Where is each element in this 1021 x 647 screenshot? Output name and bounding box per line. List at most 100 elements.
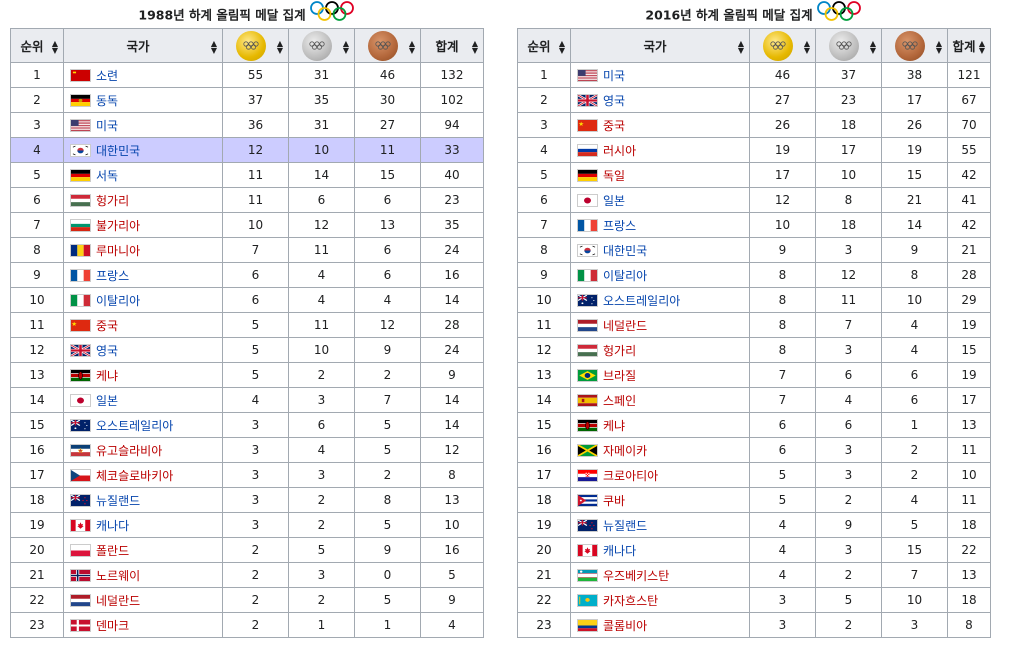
nation-link[interactable]: 뉴질랜드 (96, 494, 140, 508)
rank-cell: 10 (517, 287, 571, 313)
total-count-cell: 14 (420, 287, 484, 313)
nation-cell: 미국 (63, 112, 223, 138)
nation-link[interactable]: 러시아 (603, 144, 636, 158)
silver-count-cell: 10 (815, 162, 882, 188)
nation-link[interactable]: 폴란드 (96, 544, 129, 558)
nation-column-header[interactable]: 국가 ▲ ▼ (570, 28, 750, 63)
table-row: 14 스페인 7 4 6 17 (517, 387, 991, 413)
bronze-column-header[interactable]: ▲ ▼ (354, 28, 421, 63)
gold-count-cell: 10 (749, 212, 816, 238)
sort-icon[interactable]: ▲ ▼ (472, 40, 478, 55)
table-row: 9 이탈리아 8 12 8 28 (517, 262, 991, 288)
silver-column-header[interactable]: ▲ ▼ (815, 28, 882, 63)
nation-link[interactable]: 이탈리아 (96, 294, 140, 308)
total-column-header[interactable]: 합계 ▲ ▼ (947, 28, 991, 63)
table-row: 13 케냐 5 2 2 9 (10, 362, 484, 388)
nation-cell: 우즈베키스탄 (570, 562, 750, 588)
nation-link[interactable]: 쿠바 (603, 494, 625, 508)
rank-cell: 11 (10, 312, 64, 338)
table-row: 3 중국 26 18 26 70 (517, 112, 991, 138)
table-row: 6 헝가리 11 6 6 23 (10, 187, 484, 213)
sort-icon[interactable]: ▲ ▼ (409, 40, 415, 55)
nation-link[interactable]: 일본 (603, 194, 625, 208)
flag-aus-icon (577, 293, 598, 307)
nation-link[interactable]: 중국 (603, 119, 625, 133)
nation-link[interactable]: 네덜란드 (603, 319, 647, 333)
gold-count-cell: 5 (222, 337, 289, 363)
gold-count-cell: 2 (222, 587, 289, 613)
total-count-cell: 33 (420, 137, 484, 163)
sort-icon[interactable]: ▲ ▼ (559, 40, 565, 55)
nation-link[interactable]: 카자흐스탄 (603, 594, 658, 608)
nation-link[interactable]: 뉴질랜드 (603, 519, 647, 533)
flag-kaz-icon (577, 593, 598, 607)
nation-link[interactable]: 캐나다 (603, 544, 636, 558)
nation-link[interactable]: 루마니아 (96, 244, 140, 258)
nation-link[interactable]: 미국 (603, 69, 625, 83)
nation-link[interactable]: 영국 (603, 94, 625, 108)
sort-icon[interactable]: ▲ ▼ (343, 40, 349, 55)
nation-link[interactable]: 콜롬비아 (603, 619, 647, 633)
nation-link[interactable]: 노르웨이 (96, 569, 140, 583)
nation-cell: 네덜란드 (570, 312, 750, 338)
nation-column-header[interactable]: 국가 ▲ ▼ (63, 28, 223, 63)
gold-column-header[interactable]: ▲ ▼ (222, 28, 289, 63)
nation-link[interactable]: 덴마크 (96, 619, 129, 633)
sort-icon[interactable]: ▲ ▼ (738, 40, 744, 55)
nation-link[interactable]: 대한민국 (96, 144, 140, 158)
nation-link[interactable]: 유고슬라비아 (96, 444, 162, 458)
nation-link[interactable]: 네덜란드 (96, 594, 140, 608)
nation-link[interactable]: 이탈리아 (603, 269, 647, 283)
nation-link[interactable]: 헝가리 (603, 344, 636, 358)
nation-link[interactable]: 서독 (96, 169, 118, 183)
nation-link[interactable]: 체코슬로바키아 (96, 469, 173, 483)
nation-link[interactable]: 스페인 (603, 394, 636, 408)
bronze-count-cell: 8 (881, 262, 948, 288)
silver-column-header[interactable]: ▲ ▼ (288, 28, 355, 63)
nation-link[interactable]: 대한민국 (603, 244, 647, 258)
nation-link[interactable]: 우즈베키스탄 (603, 569, 669, 583)
nation-link[interactable]: 케냐 (603, 419, 625, 433)
sort-icon[interactable]: ▲ ▼ (52, 40, 58, 55)
nation-link[interactable]: 프랑스 (96, 269, 129, 283)
nation-link[interactable]: 자메이카 (603, 444, 647, 458)
nation-link[interactable]: 동독 (96, 94, 118, 108)
nation-link[interactable]: 케냐 (96, 369, 118, 383)
total-count-cell: 21 (947, 237, 991, 263)
nation-cell: 러시아 (570, 137, 750, 163)
total-column-header[interactable]: 합계 ▲ ▼ (420, 28, 484, 63)
nation-link[interactable]: 중국 (96, 319, 118, 333)
nation-link[interactable]: 일본 (96, 394, 118, 408)
nation-link[interactable]: 독일 (603, 169, 625, 183)
sort-icon[interactable]: ▲ ▼ (804, 40, 810, 55)
nation-link[interactable]: 소련 (96, 69, 118, 83)
sort-icon[interactable]: ▲ ▼ (870, 40, 876, 55)
nation-link[interactable]: 오스트레일리아 (96, 419, 173, 433)
sort-icon[interactable]: ▲ ▼ (979, 40, 985, 55)
nation-link[interactable]: 불가리아 (96, 219, 140, 233)
rank-column-header[interactable]: 순위 ▲ ▼ (517, 28, 571, 63)
nation-link[interactable]: 크로아티아 (603, 469, 658, 483)
table-row: 17 체코슬로바키아 3 3 2 8 (10, 462, 484, 488)
bronze-count-cell: 1 (354, 612, 421, 638)
nation-link[interactable]: 헝가리 (96, 194, 129, 208)
sort-icon[interactable]: ▲ ▼ (277, 40, 283, 55)
bronze-column-header[interactable]: ▲ ▼ (881, 28, 948, 63)
bronze-count-cell: 13 (354, 212, 421, 238)
nation-link[interactable]: 영국 (96, 344, 118, 358)
nation-link[interactable]: 브라질 (603, 369, 636, 383)
rank-cell: 13 (10, 362, 64, 388)
nation-cell: 일본 (63, 387, 223, 413)
nation-link[interactable]: 프랑스 (603, 219, 636, 233)
gold-column-header[interactable]: ▲ ▼ (749, 28, 816, 63)
silver-count-cell: 5 (288, 537, 355, 563)
sort-icon[interactable]: ▲ ▼ (211, 40, 217, 55)
sort-icon[interactable]: ▲ ▼ (936, 40, 942, 55)
rank-cell: 16 (517, 437, 571, 463)
nation-link[interactable]: 캐나다 (96, 519, 129, 533)
total-count-cell: 24 (420, 237, 484, 263)
rank-column-header[interactable]: 순위 ▲ ▼ (10, 28, 64, 63)
flag-ned-icon (70, 593, 91, 607)
nation-link[interactable]: 미국 (96, 119, 118, 133)
nation-link[interactable]: 오스트레일리아 (603, 294, 680, 308)
